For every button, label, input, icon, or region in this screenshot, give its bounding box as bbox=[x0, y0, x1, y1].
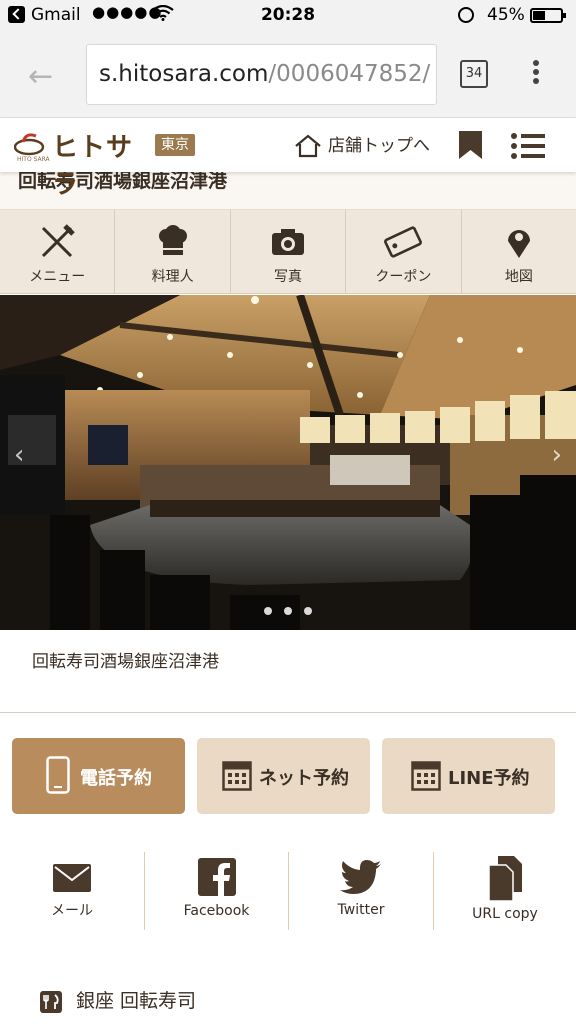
tab-chef[interactable]: 料理人 bbox=[115, 210, 231, 293]
section-divider bbox=[0, 712, 576, 713]
smartphone-icon bbox=[46, 756, 70, 794]
tab-map[interactable]: 地図 bbox=[462, 210, 576, 293]
address-bar[interactable]: s.hitosara.com/0006047852/ bbox=[86, 44, 437, 105]
carousel-prev-icon[interactable]: ‹ bbox=[14, 440, 24, 470]
phone-reservation-button[interactable]: 電話予約 bbox=[12, 738, 185, 814]
carousel-next-icon[interactable]: › bbox=[552, 440, 562, 470]
share-mail-label: メール bbox=[51, 903, 93, 919]
status-bar: Gmail ●●●●● 20:28 45% bbox=[0, 0, 576, 32]
fork-knife-icon bbox=[42, 224, 75, 258]
twitter-icon bbox=[340, 860, 381, 894]
phone-reservation-label: 電話予約 bbox=[80, 768, 152, 789]
browser-menu-icon[interactable] bbox=[533, 60, 541, 90]
calendar-icon bbox=[411, 761, 441, 791]
tab-label: クーポン bbox=[375, 269, 432, 285]
logo-subtext: HITO SARA bbox=[17, 156, 50, 163]
share-facebook-button[interactable]: Facebook bbox=[145, 850, 288, 932]
store-nav-tabs: メニュー 料理人 写真 クーポン 地図 bbox=[0, 210, 576, 294]
net-reservation-button[interactable]: ネット予約 bbox=[197, 738, 370, 814]
carousel-indicator[interactable] bbox=[0, 600, 576, 619]
tab-menu[interactable]: メニュー bbox=[0, 210, 116, 293]
copy-document-icon bbox=[488, 856, 522, 902]
tab-label: 写真 bbox=[274, 269, 303, 285]
store-top-link[interactable]: 店舗トップへ bbox=[294, 131, 430, 158]
restaurant-interior-photo bbox=[0, 295, 576, 630]
facebook-icon bbox=[197, 858, 236, 896]
share-facebook-label: Facebook bbox=[183, 903, 250, 919]
site-header: ヒトサラ HITO SARA 東京 店舗トップへ bbox=[0, 118, 576, 200]
browser-back-icon[interactable]: ← bbox=[28, 62, 53, 92]
camera-icon bbox=[272, 229, 305, 255]
mail-icon bbox=[53, 864, 91, 892]
rotation-lock-icon bbox=[458, 7, 474, 23]
map-pin-icon bbox=[507, 230, 530, 258]
store-top-label: 店舗トップへ bbox=[328, 136, 430, 156]
site-logo[interactable]: ヒトサラ HITO SARA bbox=[14, 128, 144, 200]
logo-mark-icon bbox=[14, 133, 45, 156]
hamburger-menu-icon[interactable] bbox=[510, 132, 546, 160]
url-path: /0006047852/ bbox=[268, 61, 431, 87]
battery-icon bbox=[530, 8, 566, 23]
calendar-icon bbox=[222, 761, 252, 791]
store-category: 銀座 回転寿司 bbox=[40, 986, 196, 1013]
tab-label: メニュー bbox=[29, 269, 86, 285]
tab-label: 地図 bbox=[504, 269, 533, 285]
share-mail-button[interactable]: メール bbox=[0, 850, 144, 932]
tab-photos[interactable]: 写真 bbox=[231, 210, 347, 293]
browser-toolbar: ← s.hitosara.com/0006047852/ 34 bbox=[0, 32, 576, 118]
share-url-copy-label: URL copy bbox=[472, 906, 538, 922]
tab-coupon[interactable]: クーポン bbox=[346, 210, 462, 293]
url-host: s.hitosara.com bbox=[99, 61, 269, 87]
share-url-copy-button[interactable]: URL copy bbox=[434, 850, 576, 932]
store-category-label: 銀座 回転寿司 bbox=[76, 990, 197, 1012]
line-reservation-button[interactable]: LINE予約 bbox=[382, 738, 555, 814]
area-badge[interactable]: 東京 bbox=[155, 134, 195, 156]
house-icon bbox=[295, 134, 321, 158]
coupon-icon bbox=[384, 226, 423, 258]
net-reservation-label: ネット予約 bbox=[259, 768, 349, 789]
battery-percent: 45% bbox=[487, 5, 525, 25]
photo-caption: 回転寿司酒場銀座沼津港 bbox=[32, 652, 219, 672]
bookmark-icon[interactable] bbox=[459, 131, 482, 159]
line-reservation-label: LINE予約 bbox=[448, 768, 530, 789]
cutlery-icon bbox=[40, 990, 62, 1013]
tab-switcher-button[interactable]: 34 bbox=[460, 60, 488, 88]
logo-text: ヒトサラ bbox=[52, 133, 134, 200]
tab-label: 料理人 bbox=[151, 269, 194, 285]
share-twitter-button[interactable]: Twitter bbox=[289, 850, 433, 932]
chef-hat-icon bbox=[158, 225, 187, 255]
share-twitter-label: Twitter bbox=[337, 902, 385, 918]
photo-carousel[interactable]: ‹ › bbox=[0, 295, 576, 630]
